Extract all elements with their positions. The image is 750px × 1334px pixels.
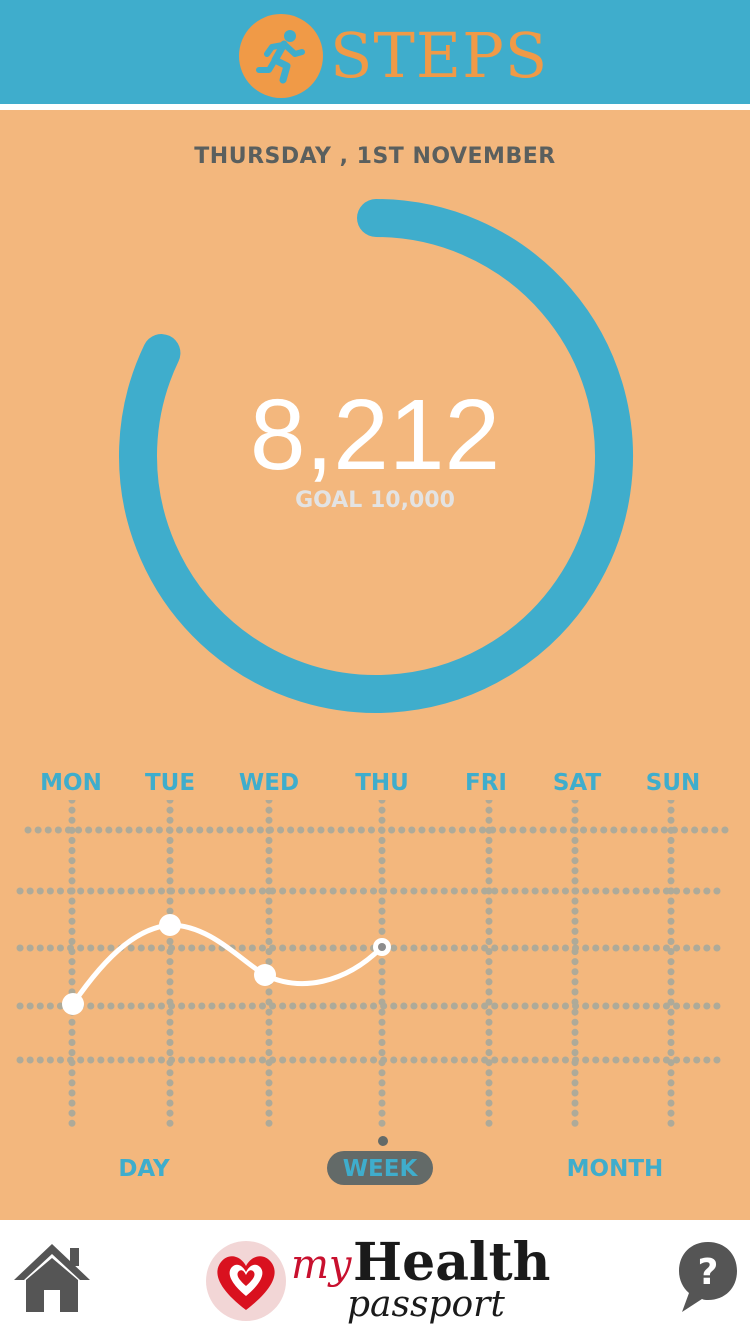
steps-main-panel: THURSDAY , 1ST NOVEMBER 8,212 GOAL 10,00… bbox=[0, 110, 750, 1220]
day-label-sat: SAT bbox=[552, 770, 602, 796]
day-label-tue: TUE bbox=[144, 770, 196, 796]
data-point-wed bbox=[254, 964, 276, 986]
day-label-sun: SUN bbox=[645, 770, 701, 796]
day-label-wed: WED bbox=[238, 770, 300, 796]
goal-label: GOAL 10,000 bbox=[295, 488, 455, 513]
brand-text-my: my bbox=[291, 1242, 352, 1288]
day-label-fri: FRI bbox=[465, 770, 507, 796]
range-day-button[interactable]: DAY bbox=[64, 1156, 224, 1182]
weekly-steps-line bbox=[70, 922, 385, 1007]
bottom-bar: my Health passport ? bbox=[0, 1220, 750, 1334]
app-title: STEPS bbox=[330, 19, 549, 92]
data-point-tue bbox=[159, 914, 181, 936]
brand-text-passport: passport bbox=[347, 1284, 505, 1325]
steps-count: 8,212 bbox=[249, 379, 501, 491]
data-point-thu-center bbox=[378, 943, 386, 951]
day-label-thu: THU bbox=[355, 770, 409, 796]
home-icon[interactable] bbox=[12, 1242, 92, 1318]
help-speech-bubble-icon[interactable]: ? bbox=[676, 1240, 740, 1318]
svg-text:?: ? bbox=[698, 1252, 719, 1293]
weekly-steps-chart bbox=[16, 800, 730, 1134]
selected-range-indicator bbox=[378, 1136, 388, 1146]
range-week-button[interactable]: WEEK bbox=[300, 1156, 460, 1182]
chart-grid bbox=[16, 800, 730, 1134]
day-label-mon: MON bbox=[40, 770, 102, 796]
range-month-button[interactable]: MONTH bbox=[535, 1156, 695, 1182]
myhealth-passport-logo: my Health passport bbox=[203, 1232, 553, 1332]
heart-logo-icon bbox=[206, 1241, 286, 1321]
app-header: STEPS bbox=[0, 0, 750, 104]
runner-icon bbox=[239, 14, 323, 98]
data-point-mon bbox=[62, 993, 84, 1015]
